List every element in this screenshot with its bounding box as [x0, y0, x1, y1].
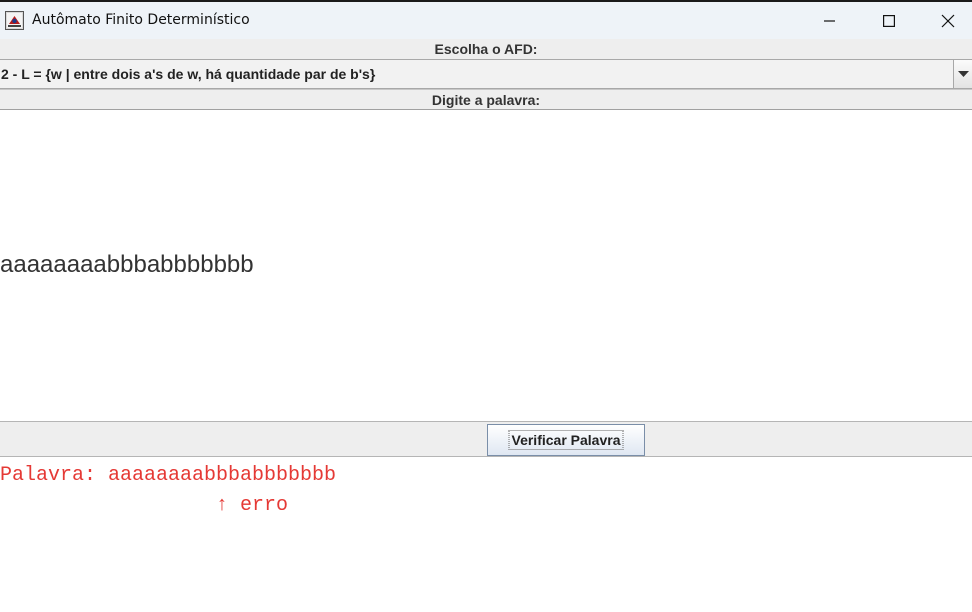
minimize-icon [824, 19, 835, 22]
minimize-button[interactable] [801, 2, 859, 39]
action-bar: Verificar Palavra [0, 421, 972, 457]
maximize-icon [883, 14, 895, 27]
close-button[interactable] [919, 2, 972, 39]
afd-selected-value: 2 - L = {w | entre dois a's de w, há qua… [1, 66, 376, 82]
afd-dropdown-button[interactable] [953, 60, 972, 88]
maximize-button[interactable] [860, 2, 918, 39]
word-input[interactable]: aaaaaaaabbbabbbbbbb [0, 110, 972, 421]
app-window: Autômato Finito Determinístico Escolha o… [0, 0, 972, 612]
result-word-line: Palavra: aaaaaaaabbbabbbbbbb [0, 464, 337, 487]
afd-label: Escolha o AFD: [0, 39, 972, 59]
close-icon [941, 14, 955, 27]
window-title: Autômato Finito Determinístico [32, 12, 250, 28]
app-icon [5, 11, 24, 30]
result-error-marker: ↑ erro [0, 494, 289, 517]
verify-word-label: Verificar Palavra [508, 430, 624, 450]
chevron-down-icon [958, 71, 969, 77]
title-bar[interactable]: Autômato Finito Determinístico [0, 0, 972, 39]
result-output[interactable]: Palavra: aaaaaaaabbbabbbbbbb ↑ erro [0, 457, 972, 612]
verify-word-button[interactable]: Verificar Palavra [487, 424, 645, 456]
word-label: Digite a palavra: [0, 89, 972, 110]
afd-select[interactable]: 2 - L = {w | entre dois a's de w, há qua… [0, 59, 972, 89]
word-input-value: aaaaaaaabbbabbbbbbb [0, 251, 254, 278]
